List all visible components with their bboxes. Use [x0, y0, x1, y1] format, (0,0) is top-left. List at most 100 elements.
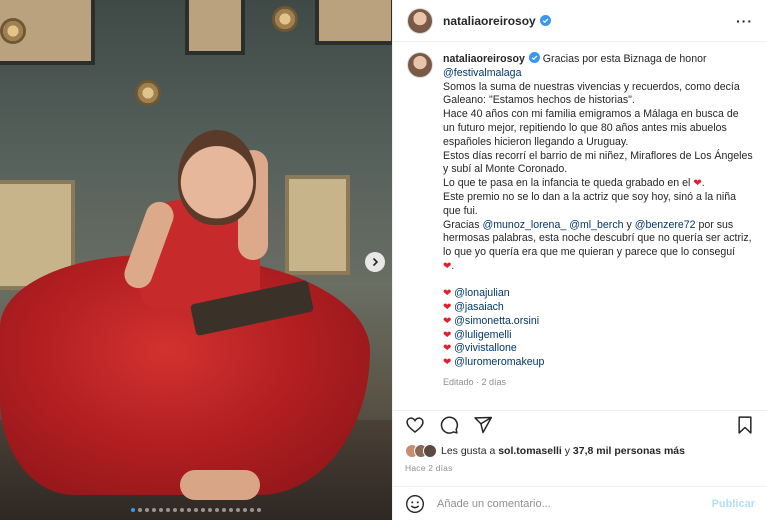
carousel-indicator [0, 508, 392, 512]
carousel-dot[interactable] [201, 508, 205, 512]
carousel-dot[interactable] [215, 508, 219, 512]
caption-avatar[interactable] [407, 52, 433, 78]
carousel-dot[interactable] [159, 508, 163, 512]
caption-line: españoles hicieron llegando a Uruguay. [443, 136, 753, 150]
bookmark-icon[interactable] [735, 415, 755, 435]
caption-text-fragment: por sus [695, 218, 734, 231]
caption-line: @festivalmalaga [443, 67, 753, 81]
caption-text-fragment: Hace 40 años con mi familia emigramos a … [443, 108, 739, 121]
tag-item: ❤ @jasaiach [443, 301, 753, 315]
carousel-dot[interactable] [229, 508, 233, 512]
carousel-dot[interactable] [145, 508, 149, 512]
caption-line: ❤. [443, 260, 753, 274]
comment-input[interactable] [437, 497, 712, 510]
caption-username[interactable]: nataliaoreirosoy [443, 53, 525, 65]
caption-text: nataliaoreirosoy Gracias por esta Biznag… [443, 52, 753, 390]
like-heart-icon[interactable] [405, 415, 425, 435]
comment-icon[interactable] [439, 415, 459, 435]
edited-timestamp: Editado · 2 días [443, 377, 507, 388]
post-header: nataliaoreirosoy ··· [393, 0, 767, 42]
post-timestamp: Hace 2 días [405, 463, 453, 473]
caption-text-fragment: un futuro mejor, repitiendo lo que 80 añ… [443, 121, 727, 134]
caption-text-fragment: Galeano: "Estamos hechos de historias". [443, 94, 635, 107]
tag-item: ❤ @luligemelli [443, 329, 753, 343]
caption-text-fragment: lo que yo quería era que me quieran y pa… [443, 246, 736, 259]
carousel-dot[interactable] [180, 508, 184, 512]
heart-emoji: ❤ [443, 288, 455, 300]
caption-text-fragment: . [701, 177, 705, 190]
verified-badge-icon [539, 15, 551, 26]
heart-emoji: ❤ [443, 315, 455, 327]
likes-conjunction: y [561, 445, 573, 457]
carousel-dot[interactable] [138, 508, 142, 512]
emoji-icon[interactable] [405, 494, 425, 514]
likes-summary[interactable]: Les gusta a sol.tomaselli y 37,8 mil per… [405, 444, 755, 458]
tag-item: ❤ @simonetta.orsini [443, 315, 753, 329]
post-side-panel: nataliaoreirosoy ··· nataliaoreirosoy Gr… [392, 0, 767, 520]
heart-emoji: ❤ [443, 329, 455, 341]
carousel-dot[interactable] [131, 508, 135, 512]
mention-link[interactable]: @luligemelli [454, 329, 511, 341]
heart-emoji: ❤ [443, 343, 455, 355]
caption-text-fragment: españoles hicieron llegando a Uruguay. [443, 135, 629, 148]
carousel-dot[interactable] [257, 508, 261, 512]
carousel-dot[interactable] [236, 508, 240, 512]
caption-text-fragment: Gracias por esta Biznaga de honor [542, 53, 707, 65]
heart-emoji: ❤ [693, 178, 702, 190]
likes-count[interactable]: 37,8 mil personas más [573, 445, 685, 457]
mention-link[interactable]: @munoz_lorena_ [482, 219, 566, 231]
caption-text-fragment: Lo que te pasa en la infancia te queda g… [443, 177, 694, 190]
carousel-dot[interactable] [222, 508, 226, 512]
caption-text-fragment: Estos días recorrí el barrio de mi niñez… [443, 149, 753, 162]
mention-link[interactable]: @benzere72 [635, 219, 696, 231]
username-link[interactable]: nataliaoreirosoy [443, 14, 536, 28]
caption-line: Galeano: "Estamos hechos de historias". [443, 94, 753, 108]
carousel-dot[interactable] [208, 508, 212, 512]
mention-link[interactable]: @ml_berch [569, 219, 623, 231]
caption-section: nataliaoreirosoy Gracias por esta Biznag… [393, 52, 767, 390]
carousel-dot[interactable] [166, 508, 170, 512]
carousel-dot[interactable] [173, 508, 177, 512]
caption-text-fragment: Este premio no se lo dan a la actriz que… [443, 190, 737, 203]
carousel-dot[interactable] [152, 508, 156, 512]
carousel-dot[interactable] [243, 508, 247, 512]
caption-line: lo que yo quería era que me quieran y pa… [443, 246, 753, 260]
mention-link[interactable]: @vivistallone [454, 342, 517, 354]
likes-prefix: Les gusta a [441, 445, 499, 457]
mention-link[interactable]: @festivalmalaga [443, 67, 521, 79]
avatar[interactable] [407, 7, 433, 34]
share-icon[interactable] [473, 415, 493, 435]
caption-text-fragment: que fui. [443, 204, 478, 217]
caption-line: y subí al Monte Coronado. [443, 163, 753, 177]
caption-text-fragment: Gracias [443, 218, 483, 231]
caption-text-fragment: y subí al Monte Coronado. [443, 163, 568, 176]
action-bar [393, 410, 767, 438]
caption-line: nataliaoreirosoy Gracias por esta Biznag… [443, 52, 753, 67]
liker-username[interactable]: sol.tomaselli [498, 445, 562, 457]
tag-item: ❤ @luromeromakeup [443, 356, 753, 370]
caption-line: Somos la suma de nuestras vivencias y re… [443, 81, 753, 95]
caption-line: Hace 40 años con mi familia emigramos a … [443, 108, 753, 122]
caption-line: Gracias @munoz_lorena_ @ml_berch y @benz… [443, 219, 753, 233]
tag-item: ❤ @lonajulian [443, 287, 753, 301]
next-photo-button[interactable] [365, 252, 385, 272]
caption-text-fragment: . [451, 259, 455, 272]
tag-list: ❤ @lonajulian ❤ @jasaiach ❤ @simonetta.ors… [443, 287, 753, 370]
publish-button[interactable]: Publicar [712, 498, 755, 510]
mention-link[interactable]: @jasaiach [454, 301, 504, 313]
verified-badge-icon [528, 52, 540, 63]
caption-line: un futuro mejor, repitiendo lo que 80 añ… [443, 122, 753, 136]
more-options-icon[interactable]: ··· [736, 13, 753, 29]
carousel-dot[interactable] [194, 508, 198, 512]
mention-link[interactable]: @lonajulian [454, 287, 510, 299]
caption-text-fragment: y [623, 218, 635, 231]
chevron-right-icon [372, 257, 379, 267]
carousel-dot[interactable] [250, 508, 254, 512]
carousel-dot[interactable] [187, 508, 191, 512]
caption-text-fragment: hermosas palabras, esta noche descubrí q… [443, 232, 752, 245]
mention-link[interactable]: @luromeromakeup [454, 356, 544, 368]
mention-link[interactable]: @simonetta.orsini [454, 315, 539, 327]
caption-text-fragment: Somos la suma de nuestras vivencias y re… [443, 80, 740, 93]
caption-line: Lo que te pasa en la infancia te queda g… [443, 177, 753, 191]
post-photo[interactable] [0, 0, 392, 520]
